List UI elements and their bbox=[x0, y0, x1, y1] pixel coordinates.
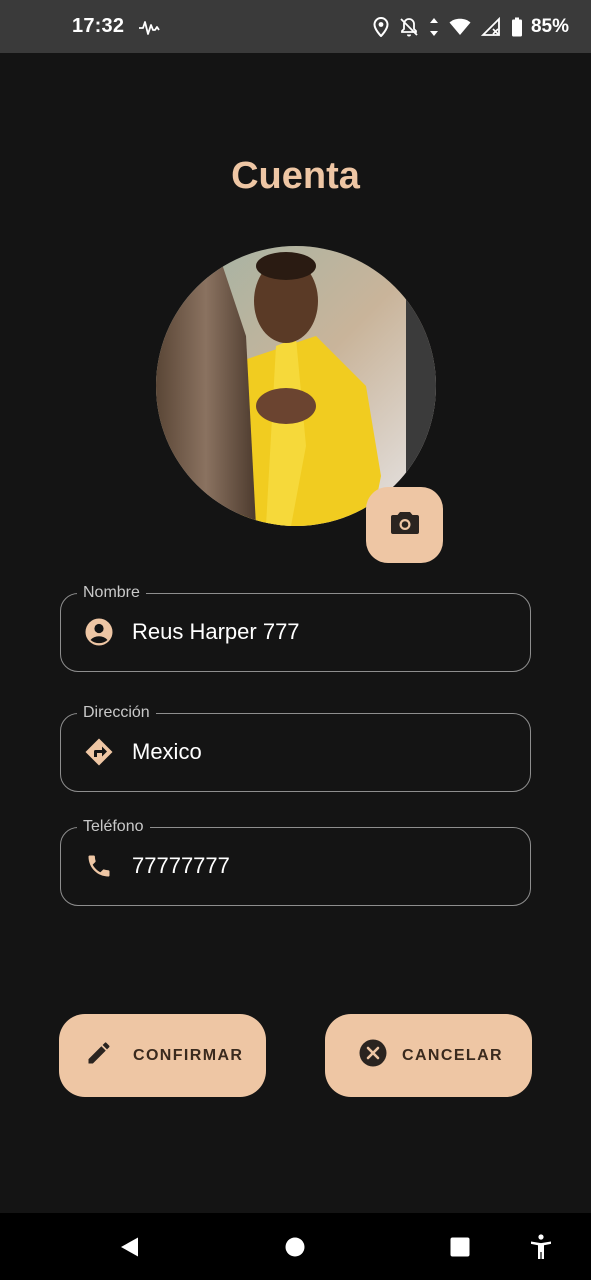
accessibility-icon[interactable] bbox=[521, 1213, 561, 1280]
activity-icon bbox=[138, 17, 160, 37]
page-title: Cuenta bbox=[231, 155, 360, 197]
recents-icon[interactable] bbox=[440, 1213, 480, 1280]
signal-icon bbox=[480, 16, 501, 37]
cancel-button[interactable]: CANCELAR bbox=[325, 1014, 532, 1097]
navigation-bar bbox=[0, 1213, 591, 1280]
direccion-input[interactable] bbox=[132, 714, 512, 790]
telefono-field[interactable]: Teléfono bbox=[60, 816, 531, 906]
cancel-icon bbox=[358, 1038, 388, 1073]
wifi-icon bbox=[449, 18, 471, 36]
directions-icon bbox=[83, 736, 115, 768]
battery-icon bbox=[511, 17, 523, 37]
telefono-input[interactable] bbox=[132, 828, 512, 904]
notifications-off-icon bbox=[399, 17, 419, 37]
camera-icon bbox=[390, 510, 420, 541]
change-photo-button[interactable] bbox=[366, 487, 443, 563]
edit-icon bbox=[85, 1039, 113, 1072]
cancel-label: CANCELAR bbox=[402, 1046, 503, 1064]
location-icon bbox=[373, 16, 389, 37]
battery-percent: 85% bbox=[530, 15, 569, 37]
phone-icon bbox=[83, 850, 115, 882]
avatar bbox=[156, 246, 436, 526]
nombre-field[interactable]: Nombre bbox=[60, 582, 531, 672]
back-icon[interactable] bbox=[110, 1213, 150, 1280]
data-arrows-icon bbox=[429, 17, 439, 37]
status-time: 17:32 bbox=[72, 15, 125, 37]
profile-photo bbox=[156, 246, 436, 526]
account-circle-icon bbox=[83, 616, 115, 648]
direccion-field[interactable]: Dirección bbox=[60, 702, 531, 792]
home-icon[interactable] bbox=[275, 1213, 315, 1280]
confirm-label: CONFIRMAR bbox=[133, 1046, 244, 1064]
confirm-button[interactable]: CONFIRMAR bbox=[59, 1014, 266, 1097]
status-bar: 17:32 85% bbox=[0, 0, 591, 53]
nombre-input[interactable] bbox=[132, 594, 512, 670]
